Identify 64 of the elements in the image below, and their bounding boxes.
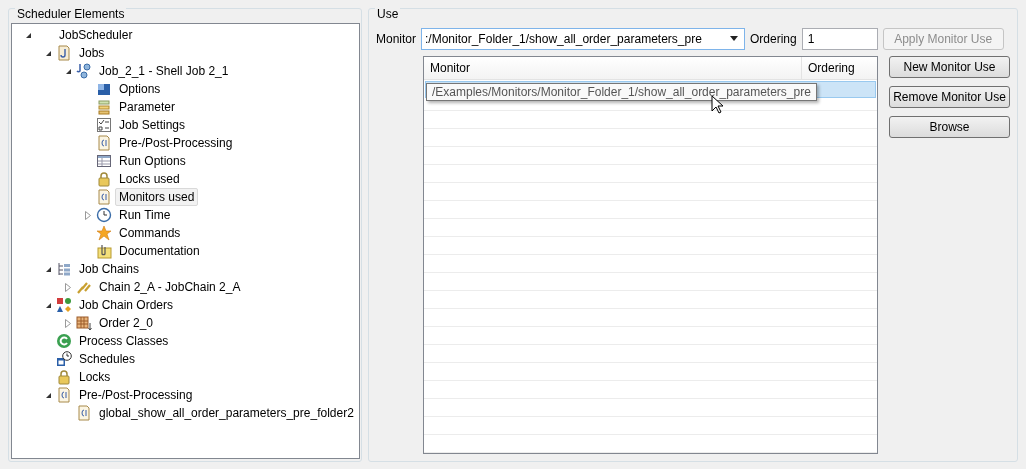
grid-arrow-icon — [76, 315, 92, 331]
tree-item[interactable]: Jobs — [75, 44, 109, 62]
ordering-field[interactable]: 1 — [801, 27, 878, 50]
clock-icon — [96, 207, 112, 223]
tree-item[interactable]: Job Chains — [75, 260, 144, 278]
monitor-dropdown[interactable]: :/Monitor_Folder_1/show_all_order_parameters_pre — [421, 27, 745, 50]
hierarchy-icon — [56, 261, 72, 277]
refresh-circle-icon — [56, 333, 72, 349]
collapse-arrow-icon[interactable] — [24, 31, 32, 39]
group-title: Scheduler Elements — [15, 7, 127, 21]
tree-item[interactable]: Locks — [75, 368, 115, 386]
script-icon — [76, 405, 92, 421]
tree-item[interactable]: Job Settings — [115, 116, 190, 134]
collapse-arrow-icon[interactable] — [44, 391, 52, 399]
dropdown-arrow-icon[interactable] — [730, 36, 738, 41]
job-nodes-icon — [76, 63, 92, 79]
tree-item[interactable]: JobScheduler — [55, 26, 137, 44]
window-icon — [96, 81, 112, 97]
collapse-arrow-icon[interactable] — [44, 301, 52, 309]
checklist-icon — [96, 117, 112, 133]
tree-item[interactable]: Commands — [115, 224, 185, 242]
tree-item[interactable]: Monitors used — [115, 188, 199, 206]
tree-item[interactable]: Job Chain Orders — [75, 296, 178, 314]
expand-arrow-icon[interactable] — [65, 282, 71, 292]
padlock-icon — [96, 171, 112, 187]
tree-item[interactable]: Run Time — [115, 206, 175, 224]
ordering-label: Ordering — [750, 31, 797, 46]
paperclip-note-icon — [96, 243, 112, 259]
expand-arrow-icon[interactable] — [85, 210, 91, 220]
tree-item[interactable]: Options — [115, 80, 165, 98]
tree-item[interactable]: Pre-/Post-Processing — [115, 134, 237, 152]
action-button[interactable]: New Monitor Use — [889, 56, 1010, 78]
tree-item[interactable]: Pre-/Post-Processing — [75, 386, 197, 404]
calendar-clock-icon — [56, 351, 72, 367]
tree-item[interactable]: Job_2_1 - Shell Job 2_1 — [95, 62, 233, 80]
tree-item[interactable]: Locks used — [115, 170, 184, 188]
script-icon — [96, 135, 112, 151]
tree-item[interactable]: Documentation — [115, 242, 204, 260]
collapse-arrow-icon[interactable] — [44, 49, 52, 57]
stack-icon — [96, 99, 112, 115]
action-button[interactable]: Browse — [889, 116, 1010, 138]
column-header[interactable]: Monitor — [424, 57, 802, 79]
padlock-icon — [56, 369, 72, 385]
star-icon — [96, 225, 112, 241]
tree-item[interactable]: Parameter — [115, 98, 180, 116]
document-icon — [56, 45, 72, 61]
tree-item[interactable]: Schedules — [75, 350, 140, 368]
monitor-label: Monitor — [376, 31, 416, 46]
tooltip: /Examples/Monitors/Monitor_Folder_1/show_all_order_parameters_pre — [426, 83, 817, 101]
tree-item[interactable]: Chain 2_A - JobChain 2_A — [95, 278, 245, 296]
group-title: Use — [375, 7, 401, 21]
collapse-arrow-icon[interactable] — [44, 265, 52, 273]
script-icon — [56, 387, 72, 403]
action-button[interactable]: Remove Monitor Use — [889, 86, 1010, 108]
script-icon — [96, 189, 112, 205]
shapes-icon — [56, 297, 72, 313]
expand-arrow-icon[interactable] — [65, 318, 71, 328]
tree-item[interactable]: Run Options — [115, 152, 190, 170]
tree-item[interactable]: Process Classes — [75, 332, 173, 350]
collapse-arrow-icon[interactable] — [64, 67, 72, 75]
tree-item[interactable]: global_show_all_order_parameters_pre_folder2 — [95, 404, 358, 422]
table-icon — [96, 153, 112, 169]
tree-item[interactable]: Order 2_0 — [95, 314, 158, 332]
column-header[interactable]: Ordering — [802, 57, 875, 79]
